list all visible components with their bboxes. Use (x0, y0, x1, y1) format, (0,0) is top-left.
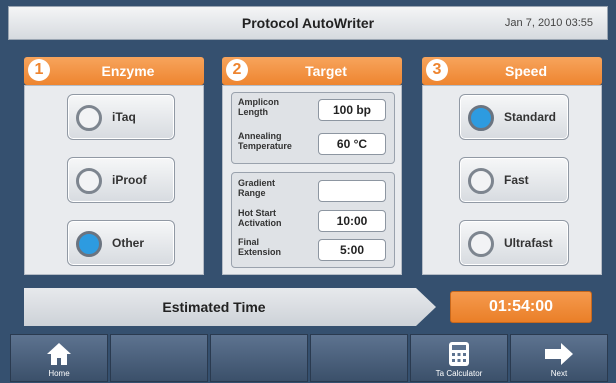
speed-panel: 3 Speed Standard Fast Ultrafast (422, 57, 602, 275)
step-number-2: 2 (226, 59, 248, 81)
amplicon-length-field[interactable]: 100 bp (318, 99, 386, 121)
speed-option-standard[interactable]: Standard (459, 94, 569, 140)
next-label: Next (550, 369, 568, 378)
toolbar-blank-1 (110, 334, 208, 382)
final-extension-label: Final Extension (238, 237, 282, 257)
amplicon-length-label: Amplicon Length (238, 97, 280, 117)
home-icon (47, 343, 71, 365)
enzyme-option-other[interactable]: Other (67, 220, 175, 266)
target-title: Target (305, 63, 347, 79)
hot-start-label: Hot Start Activation (238, 208, 282, 228)
toolbar-blank-2 (210, 334, 308, 382)
title-bar: Protocol AutoWriter Jan 7, 2010 03:55 (8, 6, 608, 40)
hot-start-row: Hot Start Activation 10:00 (238, 207, 390, 235)
home-button[interactable]: Home (10, 334, 108, 382)
enzyme-option-itaq[interactable]: iTaq (67, 94, 175, 140)
speed-title: Speed (504, 63, 547, 79)
option-label: iProof (112, 173, 147, 187)
radio-selected-icon (76, 231, 102, 257)
speed-header: 3 Speed (422, 57, 602, 85)
home-label: Home (48, 369, 70, 378)
target-group-primary: Amplicon Length 100 bp Annealing Tempera… (231, 92, 395, 164)
option-label: Other (112, 236, 145, 250)
gradient-range-label: Gradient Range (238, 178, 276, 198)
final-extension-row: Final Extension 5:00 (238, 236, 390, 264)
annealing-temp-row: Annealing Temperature 60 °C (238, 130, 390, 158)
toolbar-blank-3 (310, 334, 408, 382)
option-label: Standard (504, 110, 557, 124)
radio-icon (76, 168, 102, 194)
enzyme-body: iTaq iProof Other (24, 85, 204, 275)
estimated-time-bar: Estimated Time (24, 288, 436, 326)
speed-option-fast[interactable]: Fast (459, 157, 569, 203)
enzyme-header: 1 Enzyme (24, 57, 204, 85)
radio-icon (468, 231, 494, 257)
next-button[interactable]: Next (510, 334, 608, 382)
radio-icon (468, 168, 494, 194)
calculator-icon (449, 342, 469, 366)
enzyme-option-iproof[interactable]: iProof (67, 157, 175, 203)
gradient-range-row: Gradient Range (238, 177, 390, 205)
datetime: Jan 7, 2010 03:55 (504, 17, 593, 29)
gradient-range-field[interactable] (318, 180, 386, 202)
final-extension-field[interactable]: 5:00 (318, 239, 386, 261)
ta-calculator-button[interactable]: Ta Calculator (410, 334, 508, 382)
enzyme-title: Enzyme (101, 63, 155, 79)
target-header: 2 Target (222, 57, 402, 85)
estimated-time-value: 01:54:00 (450, 291, 592, 323)
amplicon-length-row: Amplicon Length 100 bp (238, 96, 390, 124)
speed-option-ultrafast[interactable]: Ultrafast (459, 220, 569, 266)
option-label: iTaq (112, 110, 136, 124)
option-label: Ultrafast (504, 236, 553, 250)
app-screen: Protocol AutoWriter Jan 7, 2010 03:55 1 … (0, 0, 616, 383)
target-panel: 2 Target Amplicon Length 100 bp Annealin… (222, 57, 402, 275)
step-number-1: 1 (28, 59, 50, 81)
hot-start-field[interactable]: 10:00 (318, 210, 386, 232)
arrow-right-icon (545, 343, 573, 365)
option-label: Fast (504, 173, 529, 187)
enzyme-panel: 1 Enzyme iTaq iProof Other (24, 57, 204, 275)
annealing-temp-field[interactable]: 60 °C (318, 133, 386, 155)
estimated-time-label: Estimated Time (162, 299, 266, 315)
bottom-toolbar: Home Ta Calculator Next (10, 334, 610, 382)
radio-selected-icon (468, 105, 494, 131)
speed-body: Standard Fast Ultrafast (422, 85, 602, 275)
target-group-options: Gradient Range Hot Start Activation 10:0… (231, 172, 395, 268)
target-body: Amplicon Length 100 bp Annealing Tempera… (222, 85, 402, 275)
annealing-temp-label: Annealing Temperature (238, 131, 292, 151)
step-number-3: 3 (426, 59, 448, 81)
ta-calculator-label: Ta Calculator (435, 369, 483, 378)
radio-icon (76, 105, 102, 131)
